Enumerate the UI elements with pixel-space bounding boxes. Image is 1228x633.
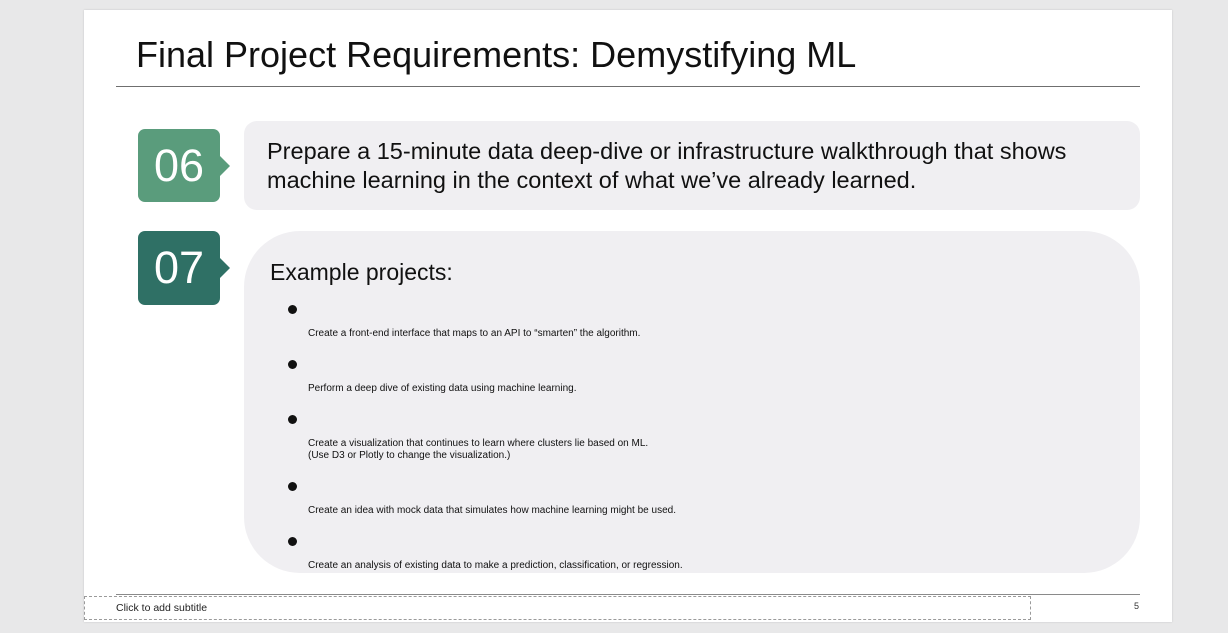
bullet-icon bbox=[288, 305, 297, 314]
list-item[interactable]: Create an idea with mock data that simul… bbox=[286, 481, 683, 517]
slide-title[interactable]: Final Project Requirements: Demystifying… bbox=[136, 34, 856, 76]
list-item[interactable]: Perform a deep dive of existing data usi… bbox=[286, 359, 683, 395]
example-projects-list: Create a front-end interface that maps t… bbox=[286, 304, 683, 591]
list-item-text: Create a visualization that continues to… bbox=[308, 438, 649, 461]
bullet-icon bbox=[288, 360, 297, 369]
list-item-text: Create an idea with mock data that simul… bbox=[308, 505, 676, 516]
requirement-06-text[interactable]: Prepare a 15-minute data deep-dive or in… bbox=[267, 137, 1120, 195]
number-badge-06: 06 bbox=[138, 129, 230, 202]
bullet-icon bbox=[288, 415, 297, 424]
list-item-text: Create an analysis of existing data to m… bbox=[308, 560, 683, 571]
number-07-label: 07 bbox=[153, 242, 205, 293]
requirement-panel-07[interactable]: Example projects: Create a front-end int… bbox=[244, 231, 1140, 573]
page-number: 5 bbox=[1134, 601, 1140, 611]
list-item-text: Create a front-end interface that maps t… bbox=[308, 328, 641, 339]
number-06-label: 06 bbox=[153, 139, 205, 191]
list-item[interactable]: Create an analysis of existing data to m… bbox=[286, 536, 683, 572]
example-projects-heading[interactable]: Example projects: bbox=[270, 259, 453, 286]
list-item[interactable]: Create a visualization that continues to… bbox=[286, 414, 683, 462]
bottom-divider bbox=[116, 594, 1140, 595]
list-item-text: Perform a deep dive of existing data usi… bbox=[308, 383, 577, 394]
bullet-icon bbox=[288, 482, 297, 491]
list-item[interactable]: Create a front-end interface that maps t… bbox=[286, 304, 683, 340]
subtitle-placeholder-text: Click to add subtitle bbox=[116, 602, 208, 614]
slide: Final Project Requirements: Demystifying… bbox=[84, 10, 1172, 622]
bullet-icon bbox=[288, 537, 297, 546]
requirement-panel-06[interactable]: Prepare a 15-minute data deep-dive or in… bbox=[244, 121, 1140, 210]
title-divider bbox=[116, 86, 1140, 87]
subtitle-placeholder-box[interactable]: Click to add subtitle bbox=[84, 596, 1031, 620]
number-badge-07: 07 bbox=[138, 231, 230, 305]
